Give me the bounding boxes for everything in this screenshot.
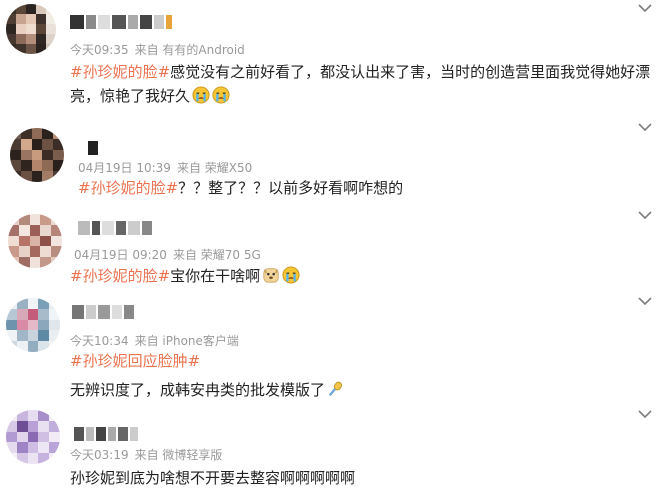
username-blurred[interactable] <box>70 14 172 30</box>
comment-source: 来自 微博轻享版 <box>134 448 223 462</box>
comment-source: 来自 iPhone客户端 <box>134 334 239 348</box>
crying-face-icon <box>282 266 300 284</box>
hashtag-link[interactable]: #孙珍妮的脸# <box>78 179 178 197</box>
comment-hashtag: #孙珍妮回应脸肿# <box>70 349 640 373</box>
username-blurred[interactable] <box>78 220 152 236</box>
chevron-down-icon[interactable] <box>638 409 652 419</box>
crying-face-icon <box>192 86 210 104</box>
comment-time: 今天10:34 <box>70 334 129 348</box>
avatar[interactable] <box>6 410 60 464</box>
comment-source: 来自 荣耀70 5G <box>172 248 261 262</box>
comment-time: 今天09:35 <box>70 43 129 57</box>
comment-item: 今天03:19 来自 微博轻享版 孙珍妮到底为啥想不开要去整容啊啊啊啊啊 <box>0 404 660 495</box>
chevron-down-icon[interactable] <box>638 3 652 13</box>
comment-text-line: ？？整了？？以前多好看啊咋想的 <box>178 179 404 197</box>
comment-item: 04月19日 10:39 来自 荣耀X50 #孙珍妮的脸#？？整了？？以前多好看啊… <box>0 118 660 206</box>
avatar[interactable] <box>10 128 64 182</box>
chevron-down-icon[interactable] <box>638 122 652 132</box>
avatar[interactable] <box>6 298 60 352</box>
comment-text-line: 无辨识度了，成韩安冉类的批发模版了 <box>70 381 326 399</box>
comment-text: 孙珍妮到底为啥想不开要去整容啊啊啊啊啊 <box>70 466 640 490</box>
chevron-down-icon[interactable] <box>638 210 652 220</box>
comment-source: 来自 有有的Android <box>134 43 245 57</box>
username-blurred[interactable] <box>88 140 98 156</box>
comment-item: 今天09:35 来自 有有的Android #孙珍妮的脸#感觉没有之前好看了，都没… <box>0 0 660 115</box>
avatar[interactable] <box>8 214 62 268</box>
comment-source: 来自 荣耀X50 <box>176 161 253 175</box>
microphone-icon <box>328 381 343 397</box>
hashtag-link[interactable]: #孙珍妮的脸# <box>70 267 170 285</box>
comment-text-line: 宝你在干啥啊 <box>170 267 261 285</box>
chevron-down-icon[interactable] <box>638 296 652 306</box>
comment-meta: 今天09:35 来自 有有的Android <box>70 41 251 58</box>
comment-item: 04月19日 09:20 来自 荣耀70 5G #孙珍妮的脸#宝你在干啥啊 <box>0 208 660 294</box>
comment-text: #孙珍妮的脸#？？整了？？以前多好看啊咋想的 <box>78 176 648 200</box>
comment-time: 04月19日 09:20 <box>74 248 167 262</box>
comment-item: 今天10:34 来自 iPhone客户端 #孙珍妮回应脸肿# 无辨识度了，成韩安冉… <box>0 294 660 404</box>
comment-text-line: 亮，惊艳了我好久 <box>70 87 191 105</box>
comment-meta: 04月19日 10:39 来自 荣耀X50 <box>78 159 258 176</box>
hashtag-link[interactable]: #孙珍妮回应脸肿# <box>70 352 200 370</box>
hashtag-link[interactable]: #孙珍妮的脸# <box>70 63 170 81</box>
comment-text: 无辨识度了，成韩安冉类的批发模版了 <box>70 378 640 402</box>
comment-time: 今天03:19 <box>70 448 129 462</box>
comment-text-line: 孙珍妮到底为啥想不开要去整容啊啊啊啊啊 <box>70 469 356 487</box>
comment-text: #孙珍妮的脸#宝你在干啥啊 <box>70 264 640 288</box>
crying-face-icon <box>212 86 230 104</box>
username-blurred[interactable] <box>72 304 134 320</box>
comment-meta: 今天10:34 来自 iPhone客户端 <box>70 332 245 349</box>
username-blurred[interactable] <box>74 426 138 442</box>
comment-time: 04月19日 10:39 <box>78 161 171 175</box>
comment-text-line: 感觉没有之前好看了，都没认出来了害，当时的创造营里面我觉得她好漂 <box>170 63 651 81</box>
comment-meta: 04月19日 09:20 来自 荣耀70 5G <box>74 246 267 263</box>
comment-text: #孙珍妮的脸#感觉没有之前好看了，都没认出来了害，当时的创造营里面我觉得她好漂 … <box>70 60 655 108</box>
avatar[interactable] <box>6 4 56 54</box>
dog-face-icon <box>263 268 279 283</box>
comment-meta: 今天03:19 来自 微博轻享版 <box>70 446 228 463</box>
